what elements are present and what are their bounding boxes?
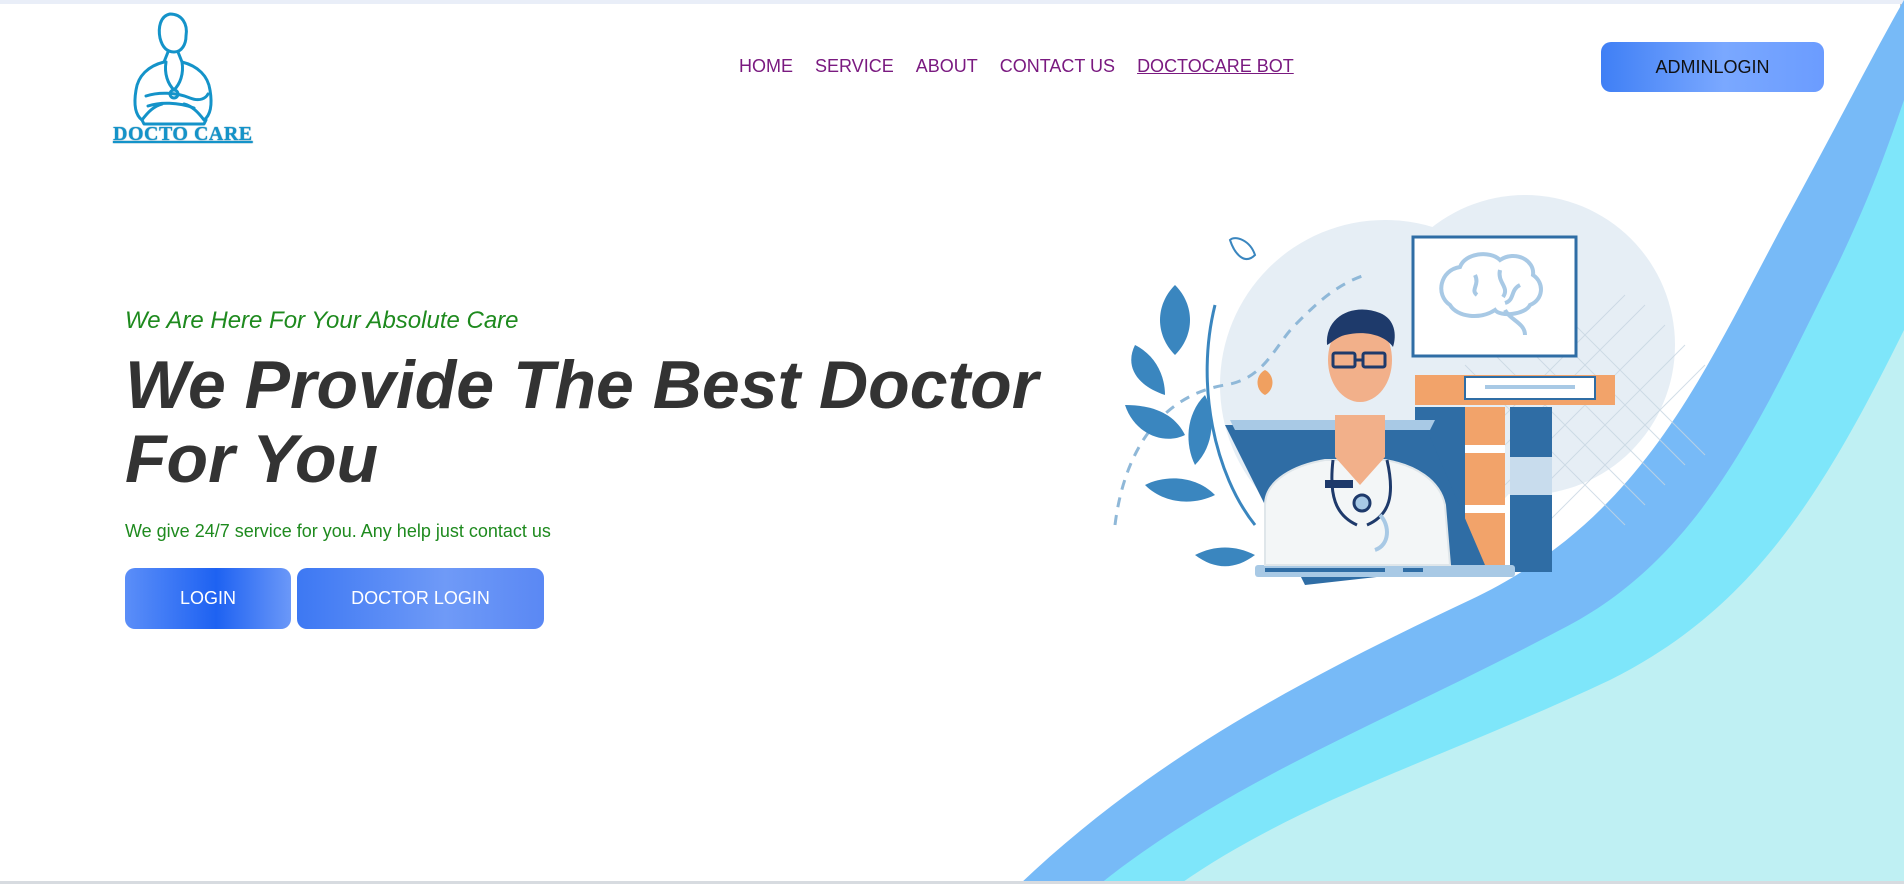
hero-buttons: LOGIN DOCTOR LOGIN — [125, 568, 1085, 629]
nav-contact-us[interactable]: CONTACT US — [1000, 54, 1115, 78]
nav-about[interactable]: ABOUT — [916, 54, 978, 78]
admin-login-button[interactable]: ADMINLOGIN — [1601, 42, 1824, 92]
login-button[interactable]: LOGIN — [125, 568, 291, 629]
doctor-laptop-illustration — [1113, 195, 1706, 585]
nav-home[interactable]: HOME — [739, 54, 793, 78]
main-nav: HOME SERVICE ABOUT CONTACT US DOCTOCARE … — [739, 54, 1316, 78]
doctor-login-button[interactable]: DOCTOR LOGIN — [297, 568, 544, 629]
hero-subline: We give 24/7 service for you. Any help j… — [125, 521, 551, 541]
hero-tagline: We Are Here For Your Absolute Care — [125, 307, 519, 334]
hero-section: We Are Here For Your Absolute Care We Pr… — [125, 306, 1085, 629]
hero-headline: We Provide The Best Doctor For You — [125, 347, 1039, 497]
logo-text[interactable]: DOCTO CARE — [113, 123, 253, 146]
nav-service[interactable]: SERVICE — [815, 54, 894, 78]
nav-doctocare-bot[interactable]: DOCTOCARE BOT — [1137, 54, 1294, 78]
